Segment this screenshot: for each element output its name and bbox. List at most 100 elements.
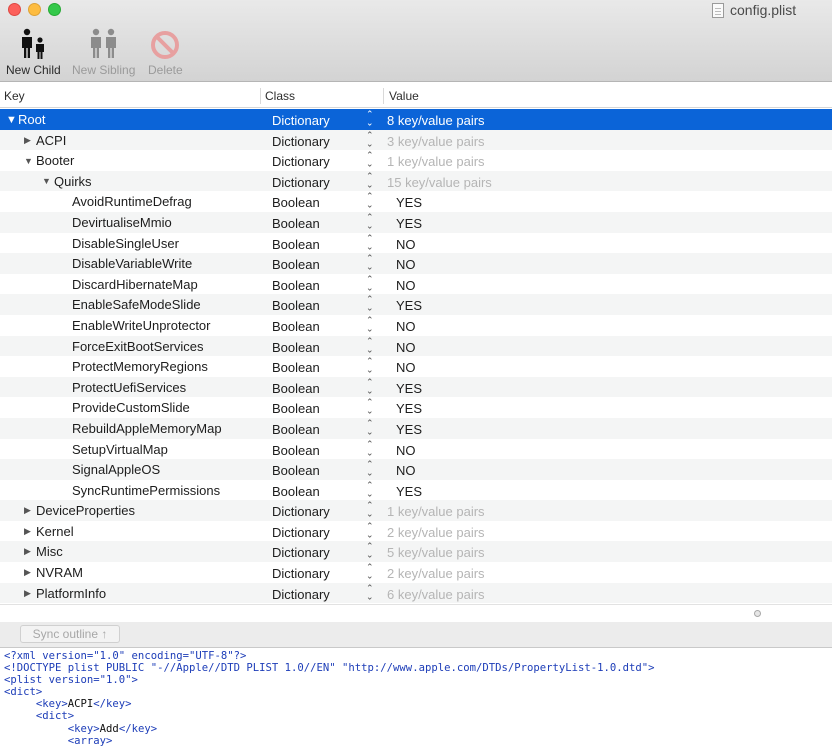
row-value[interactable]: NO [396, 319, 416, 334]
row-class[interactable]: Dictionary [272, 566, 330, 581]
row-class[interactable]: Dictionary [272, 175, 330, 190]
up-down-chevron-icon[interactable]: ⌃ ⌃ [366, 130, 374, 148]
row-key-text[interactable]: EnableWriteUnprotector [72, 318, 211, 333]
row-class[interactable]: Boolean [272, 319, 320, 334]
xml-source-view[interactable]: <?xml version="1.0" encoding="UTF-8"?> <!… [0, 649, 832, 750]
row-class[interactable]: Boolean [272, 422, 320, 437]
row-class[interactable]: Boolean [272, 443, 320, 458]
split-view-divider[interactable] [0, 604, 832, 622]
row-class[interactable]: Boolean [272, 257, 320, 272]
row-class[interactable]: Dictionary [272, 154, 330, 169]
outline-row[interactable]: ForceExitBootServices Boolean ⌃ ⌃ NO [0, 335, 832, 357]
row-key-text[interactable]: DiscardHibernateMap [72, 277, 198, 292]
row-class[interactable]: Dictionary [272, 545, 330, 560]
row-class[interactable]: Dictionary [272, 113, 330, 128]
row-class[interactable]: Boolean [272, 360, 320, 375]
row-value[interactable]: NO [396, 443, 416, 458]
row-key-text[interactable]: ProvideCustomSlide [72, 400, 190, 415]
row-class[interactable]: Boolean [272, 216, 320, 231]
up-down-chevron-icon[interactable]: ⌃ ⌃ [366, 563, 374, 581]
outline-row[interactable]: RebuildAppleMemoryMap Boolean ⌃ ⌃ YES [0, 417, 832, 439]
outline-row[interactable]: EnableWriteUnprotector Boolean ⌃ ⌃ NO [0, 315, 832, 336]
row-class[interactable]: Boolean [272, 381, 320, 396]
outline-row[interactable]: SyncRuntimePermissions Boolean ⌃ ⌃ YES [0, 480, 832, 501]
row-key-text[interactable]: DevirtualiseMmio [72, 215, 172, 230]
row-value[interactable]: YES [396, 298, 422, 313]
up-down-chevron-icon[interactable]: ⌃ ⌃ [366, 460, 374, 478]
row-class[interactable]: Boolean [272, 463, 320, 478]
up-down-chevron-icon[interactable]: ⌃ ⌃ [366, 315, 374, 333]
outline-row[interactable]: ▶ Kernel Dictionary ⌃ ⌃ 2 key/value pairs [0, 521, 832, 542]
row-key-text[interactable]: Quirks [54, 174, 92, 189]
up-down-chevron-icon[interactable]: ⌃ ⌃ [366, 151, 374, 169]
row-class[interactable]: Boolean [272, 401, 320, 416]
close-window-button[interactable] [8, 3, 21, 16]
outline-row[interactable]: ▼ Root Dictionary ⌃ ⌃ 8 key/value pairs [0, 109, 832, 130]
up-down-chevron-icon[interactable]: ⌃ ⌃ [366, 542, 374, 560]
row-value[interactable]: NO [396, 360, 416, 375]
up-down-chevron-icon[interactable]: ⌃ ⌃ [366, 171, 374, 189]
row-class[interactable]: Boolean [272, 195, 320, 210]
up-down-chevron-icon[interactable]: ⌃ ⌃ [366, 357, 374, 375]
row-key-text[interactable]: ForceExitBootServices [72, 339, 204, 354]
up-down-chevron-icon[interactable]: ⌃ ⌃ [366, 254, 374, 272]
outline-row[interactable]: SignalAppleOS Boolean ⌃ ⌃ NO [0, 459, 832, 480]
row-class[interactable]: Boolean [272, 340, 320, 355]
outline-row[interactable]: EnableSafeModeSlide Boolean ⌃ ⌃ YES [0, 294, 832, 315]
up-down-chevron-icon[interactable]: ⌃ ⌃ [366, 336, 374, 354]
row-key-text[interactable]: AvoidRuntimeDefrag [72, 194, 192, 209]
outline-row[interactable]: DevirtualiseMmio Boolean ⌃ ⌃ YES [0, 211, 832, 233]
disclosure-triangle-right-icon[interactable]: ▶ [24, 546, 36, 557]
up-down-chevron-icon[interactable]: ⌃ ⌃ [366, 295, 374, 313]
row-class[interactable]: Boolean [272, 484, 320, 499]
row-key-text[interactable]: Booter [36, 153, 74, 168]
row-key-text[interactable]: EnableSafeModeSlide [72, 297, 201, 312]
row-class[interactable]: Dictionary [272, 504, 330, 519]
up-down-chevron-icon[interactable]: ⌃ ⌃ [366, 377, 374, 395]
outline-row[interactable]: ProtectMemoryRegions Boolean ⌃ ⌃ NO [0, 356, 832, 377]
disclosure-triangle-right-icon[interactable]: ▶ [24, 567, 36, 578]
up-down-chevron-icon[interactable]: ⌃ ⌃ [366, 110, 374, 128]
row-class[interactable]: Dictionary [272, 525, 330, 540]
up-down-chevron-icon[interactable]: ⌃ ⌃ [366, 521, 374, 539]
outline-row[interactable]: ▶ ACPI Dictionary ⌃ ⌃ 3 key/value pairs [0, 129, 832, 151]
row-key-text[interactable]: Root [18, 112, 45, 127]
row-value[interactable]: YES [396, 401, 422, 416]
zoom-window-button[interactable] [48, 3, 61, 16]
outline-row[interactable]: ▶ DeviceProperties Dictionary ⌃ ⌃ 1 key/value… [0, 500, 832, 521]
disclosure-triangle-right-icon[interactable]: ▶ [24, 526, 36, 537]
outline-row[interactable]: ▶ Misc Dictionary ⌃ ⌃ 5 key/value pairs [0, 541, 832, 563]
outline-row[interactable]: SetupVirtualMap Boolean ⌃ ⌃ NO [0, 439, 832, 460]
outline-row[interactable]: ▶ NVRAM Dictionary ⌃ ⌃ 2 key/value pairs [0, 562, 832, 583]
disclosure-triangle-right-icon[interactable]: ▶ [24, 588, 36, 599]
up-down-chevron-icon[interactable]: ⌃ ⌃ [366, 583, 374, 601]
outline-row[interactable]: DisableSingleUser Boolean ⌃ ⌃ NO [0, 233, 832, 254]
row-key-text[interactable]: DisableVariableWrite [72, 256, 192, 271]
outline-row[interactable]: ProtectUefiServices Boolean ⌃ ⌃ YES [0, 376, 832, 398]
disclosure-triangle-down-icon[interactable]: ▼ [42, 176, 54, 186]
up-down-chevron-icon[interactable]: ⌃ ⌃ [366, 480, 374, 498]
row-class[interactable]: Boolean [272, 237, 320, 252]
column-header-value[interactable]: Value [389, 89, 419, 103]
row-key-text[interactable]: SetupVirtualMap [72, 442, 168, 457]
column-divider[interactable] [260, 88, 261, 104]
row-key-text[interactable]: PlatformInfo [36, 586, 106, 601]
row-class[interactable]: Dictionary [272, 587, 330, 602]
row-key-text[interactable]: Kernel [36, 524, 74, 539]
row-key-text[interactable]: ProtectMemoryRegions [72, 359, 208, 374]
up-down-chevron-icon[interactable]: ⌃ ⌃ [366, 501, 374, 519]
minimize-window-button[interactable] [28, 3, 41, 16]
outline-row[interactable]: ▼ Booter Dictionary ⌃ ⌃ 1 key/value pairs [0, 150, 832, 171]
up-down-chevron-icon[interactable]: ⌃ ⌃ [366, 418, 374, 436]
up-down-chevron-icon[interactable]: ⌃ ⌃ [366, 439, 374, 457]
column-header-class[interactable]: Class [265, 89, 295, 103]
row-value[interactable]: NO [396, 237, 416, 252]
row-key-text[interactable]: NVRAM [36, 565, 83, 580]
outline-row[interactable]: DisableVariableWrite Boolean ⌃ ⌃ NO [0, 253, 832, 274]
new-child-button[interactable]: New Child [6, 26, 61, 77]
row-value[interactable]: YES [396, 484, 422, 499]
row-class[interactable]: Dictionary [272, 134, 330, 149]
outline-row[interactable]: ▼ Quirks Dictionary ⌃ ⌃ 15 key/value pairs [0, 170, 832, 192]
column-divider[interactable] [383, 88, 384, 104]
outline-row[interactable]: ▶ PlatformInfo Dictionary ⌃ ⌃ 6 key/value pai… [0, 582, 832, 604]
